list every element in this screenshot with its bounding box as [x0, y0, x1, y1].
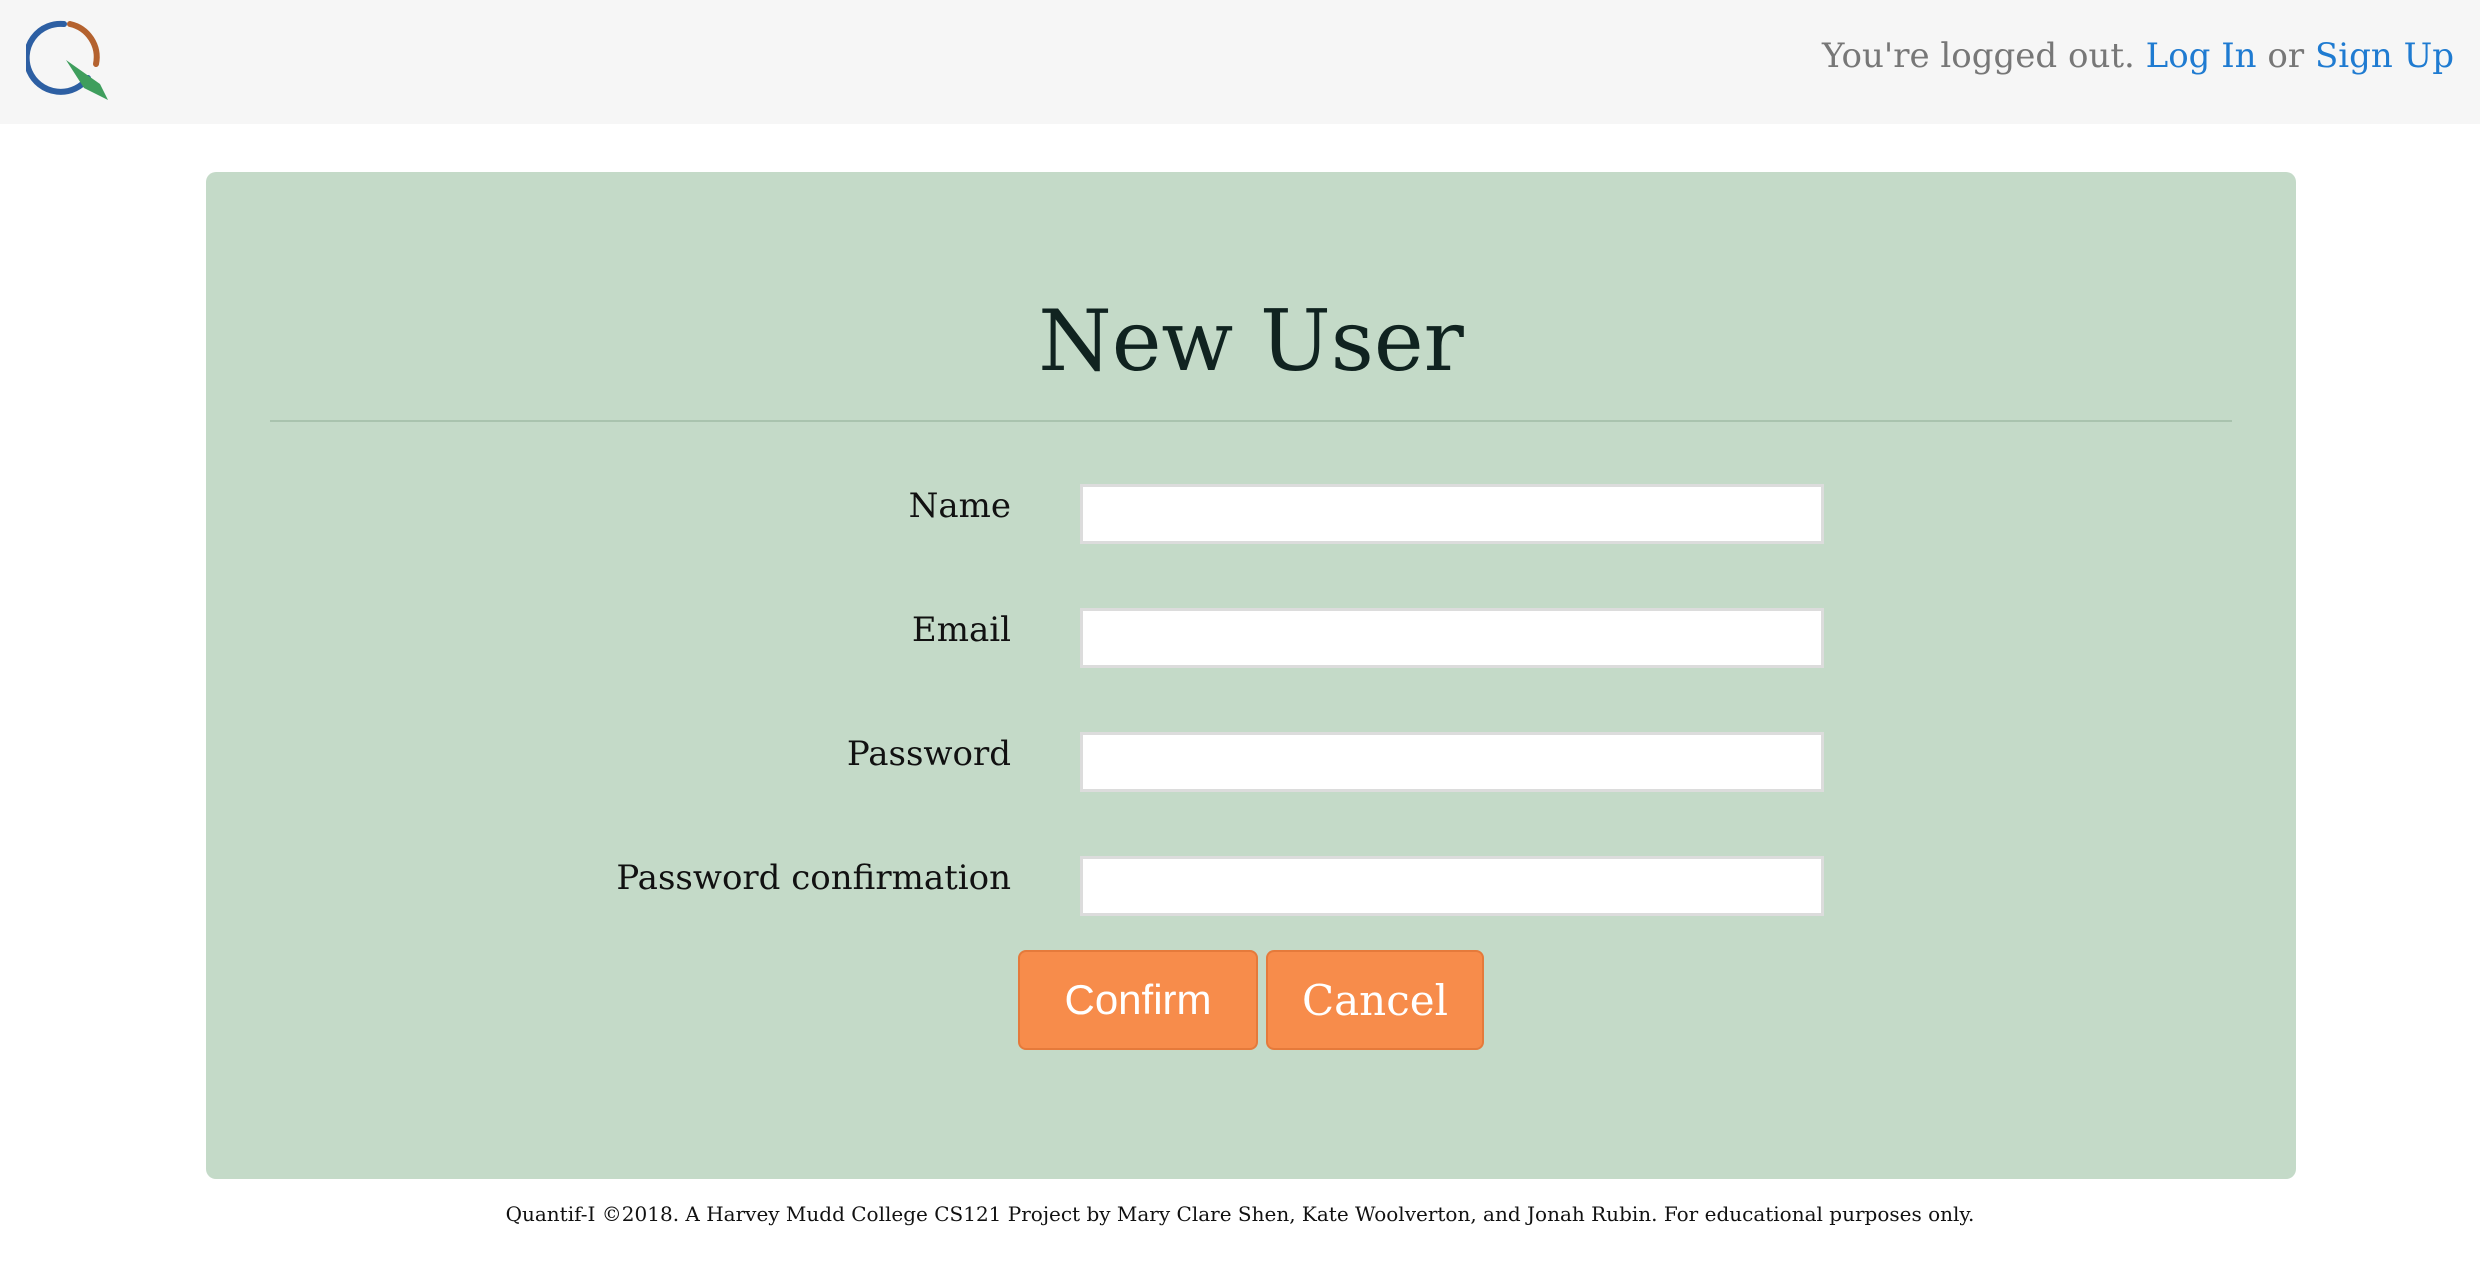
login-link[interactable]: Log In [2146, 36, 2257, 76]
name-label: Name [908, 486, 1011, 526]
page-title: New User [1038, 292, 1464, 390]
email-input[interactable] [1080, 608, 1824, 668]
or-text: or [2267, 36, 2305, 76]
confirm-button[interactable]: Confirm [1018, 950, 1258, 1050]
quantif-i-q-logo-icon[interactable] [26, 18, 112, 104]
password-confirmation-input[interactable] [1080, 856, 1824, 916]
signup-link[interactable]: Sign Up [2315, 36, 2454, 76]
title-divider [270, 420, 2232, 422]
logged-out-text: You're logged out. [1822, 36, 2135, 76]
email-label: Email [911, 610, 1011, 650]
cancel-button[interactable]: Cancel [1266, 950, 1484, 1050]
password-input[interactable] [1080, 732, 1824, 792]
password-label: Password [846, 734, 1011, 774]
password-confirmation-label: Password confirmation [616, 858, 1011, 898]
top-navbar: You're logged out. Log In or Sign Up [0, 0, 2480, 124]
new-user-card: New User Name Email Password Password co… [206, 172, 2296, 1179]
footer-text: Quantif-I ©2018. A Harvey Mudd College C… [505, 1202, 1975, 1226]
auth-status: You're logged out. Log In or Sign Up [1822, 36, 2454, 76]
name-input[interactable] [1080, 484, 1824, 544]
